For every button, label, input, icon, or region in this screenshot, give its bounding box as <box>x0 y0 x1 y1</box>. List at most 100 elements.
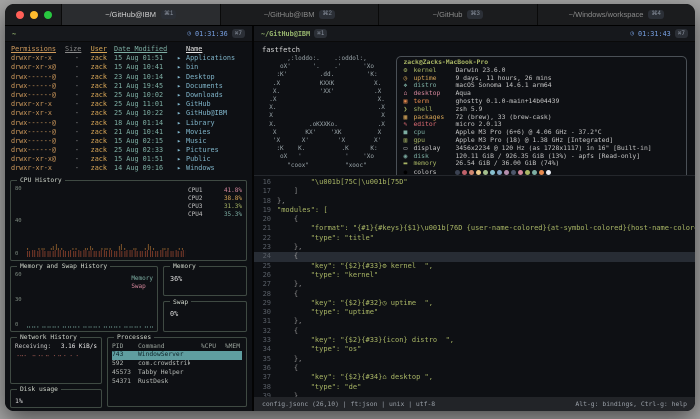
editor-line[interactable]: 33 "key": "{$2}{#33}{icon} distro ", <box>254 336 695 345</box>
header-mem[interactable]: %MEM <box>216 343 242 352</box>
memory-y-axis: 60 30 0 <box>15 272 26 329</box>
editor-line[interactable]: 29 "key": "{$2}{#32}◷ uptime ", <box>254 299 695 308</box>
process-row[interactable]: 592 com.crowdstrike.falc <box>112 360 242 369</box>
file-name: Documents <box>186 82 246 91</box>
editor-line[interactable]: 22 "type": "title" <box>254 234 695 243</box>
editor-line[interactable]: 20 { <box>254 215 695 224</box>
editor-line[interactable]: 30 "type": "uptime" <box>254 308 695 317</box>
line-number: 36 <box>254 364 277 373</box>
info-value: Aqua <box>455 90 680 98</box>
file-permissions: drwx------@ <box>11 137 65 146</box>
editor-line[interactable]: 32 { <box>254 327 695 336</box>
editor-line[interactable]: 26 "type": "kernel" <box>254 271 695 280</box>
editor-line[interactable]: 27 }, <box>254 280 695 289</box>
cpu-core-value: 41.8% <box>224 187 242 195</box>
file-size: - <box>65 155 79 164</box>
tmux-session-name[interactable]: ~/GitHub@IBM <box>261 30 310 38</box>
line-number: 20 <box>254 215 277 224</box>
memory-legend-item: Memory <box>131 275 153 283</box>
code-text: }, <box>277 197 695 206</box>
editor-line[interactable]: 19 "modules": [ <box>254 206 695 215</box>
panel-title: Processes <box>114 333 154 342</box>
file-permissions: drwxr-xr-x <box>11 164 65 173</box>
line-number: 18 <box>254 197 277 206</box>
file-date: 23 Aug 10:14 <box>107 73 174 82</box>
clock: 01:31:36 <box>195 30 228 38</box>
process-command: WindowServer <box>138 351 190 360</box>
folder-icon: ▸ <box>174 73 186 82</box>
editor-line[interactable]: 21 "format": "{#1}{#keys}{$1}\u001b[76D … <box>254 224 695 233</box>
info-row: ▬ memory 26.54 GiB / 36.00 GiB (74%) <box>403 160 680 168</box>
terminal-window: ~/GitHub@IBM ⌘1 ~/GitHub@IBM ⌘2 ~/GitHub… <box>5 4 695 411</box>
editor-line[interactable]: 25 "key": "{$2}{#33}⚙ kernel ", <box>254 262 695 271</box>
folder-icon: ▸ <box>174 119 186 128</box>
file-row: drwxr-xr-x - zack 15 Aug 01:51 ▸ Applica… <box>11 54 246 63</box>
editor-line[interactable]: 16 "\u001b[75C|\u001b[75D" <box>254 178 695 187</box>
line-number: 37 <box>254 373 277 382</box>
code-text: }, <box>277 280 695 289</box>
terminal-tab[interactable]: ~/GitHub ⌘3 <box>378 4 537 25</box>
process-pid: 54371 <box>112 378 138 387</box>
minimize-button[interactable] <box>30 11 38 19</box>
process-cpu <box>190 378 216 387</box>
editor-line[interactable]: 37 "key": "{$2}{#34}⌂ desktop ", <box>254 373 695 382</box>
network-rx-label: Receiving: <box>15 343 51 350</box>
code-text: "format": "{#1}{#keys}{$1}\u001b[76D {us… <box>277 224 695 233</box>
swap-usage-value: 0% <box>168 307 242 318</box>
editor-line[interactable]: 36 { <box>254 364 695 373</box>
info-value: 72 (brew), 33 (brew-cask) <box>455 114 680 122</box>
editor-line[interactable]: 34 "type": "os" <box>254 345 695 354</box>
maximize-button[interactable] <box>44 11 52 19</box>
process-row[interactable]: 743 WindowServer <box>112 351 242 360</box>
process-row[interactable]: 54371 RustDesk <box>112 378 242 387</box>
line-number: 32 <box>254 327 277 336</box>
axis-tick: 40 <box>15 218 26 224</box>
file-size: - <box>65 63 79 72</box>
editor-line[interactable]: 18 }, <box>254 197 695 206</box>
code-text: }, <box>277 317 695 326</box>
terminal-tab[interactable]: ~/GitHub@IBM ⌘1 <box>61 4 220 25</box>
ascii-art-line: .X X. <box>262 96 388 104</box>
terminal-tab[interactable]: ~/GitHub@IBM ⌘2 <box>220 4 379 25</box>
left-pane: ~ ◷ 01:31:36 ⌘7 Permissions Size User Da… <box>5 26 252 411</box>
panel-title: Disk usage <box>17 385 61 394</box>
header-command: Command <box>138 343 190 352</box>
file-size: - <box>65 73 79 82</box>
terminal-tab[interactable]: ~/Windows/workspace ⌘4 <box>537 4 696 25</box>
file-name: Pictures <box>186 146 246 155</box>
info-value: 3456x2234 @ 120 Hz (as 1728x1117) in 16"… <box>455 145 680 153</box>
editor-line[interactable]: 23 }, <box>254 243 695 252</box>
file-date: 21 Aug 19:45 <box>107 82 174 91</box>
editor-line[interactable]: 31 }, <box>254 317 695 326</box>
tab-shortcut-badge: ⌘4 <box>648 10 663 19</box>
file-date: 15 Aug 02:15 <box>107 137 174 146</box>
process-row[interactable]: 45573 Tabby Helper <box>112 369 242 378</box>
header-cpu[interactable]: %CPU <box>190 343 216 352</box>
editor-line[interactable]: 24 { <box>254 252 695 261</box>
cpu-core-value: 35.3% <box>224 211 242 219</box>
code-text: "type": "uptime" <box>277 308 695 317</box>
close-button[interactable] <box>16 11 24 19</box>
clock-shortcut-badge: ⌘7 <box>232 29 245 38</box>
file-date: 25 Aug 10:02 <box>107 91 174 100</box>
editor-line[interactable]: 38 "type": "de" <box>254 383 695 392</box>
editor-line[interactable]: 35 }, <box>254 355 695 364</box>
memory-section: Memory and Swap History 60 30 0 ⣀⣀⡀⣀⣀⣀⡀⣀… <box>10 266 247 332</box>
editor-line[interactable]: 28 { <box>254 290 695 299</box>
process-pid: 743 <box>112 351 138 360</box>
file-permissions: drwxr-xr-x@ <box>11 63 65 72</box>
code-text: "type": "de" <box>277 383 695 392</box>
code-text: { <box>277 215 695 224</box>
file-row: drwx------@ - zack 21 Aug 19:45 ▸ Docume… <box>11 82 246 91</box>
folder-icon: ▸ <box>174 128 186 137</box>
editor-line[interactable]: 17 ] <box>254 187 695 196</box>
axis-tick: 80 <box>15 186 26 192</box>
process-mem <box>216 378 242 387</box>
system-info-panel: zack@Zacks-MacBook-Pro ⚙ kernel Darwin 2… <box>396 56 687 175</box>
file-owner: zack <box>79 146 107 155</box>
code-text: { <box>277 327 695 336</box>
process-cpu <box>190 369 216 378</box>
process-pid: 592 <box>112 360 138 369</box>
tmux-session-name[interactable]: ~ <box>12 30 16 38</box>
file-owner: zack <box>79 164 107 173</box>
